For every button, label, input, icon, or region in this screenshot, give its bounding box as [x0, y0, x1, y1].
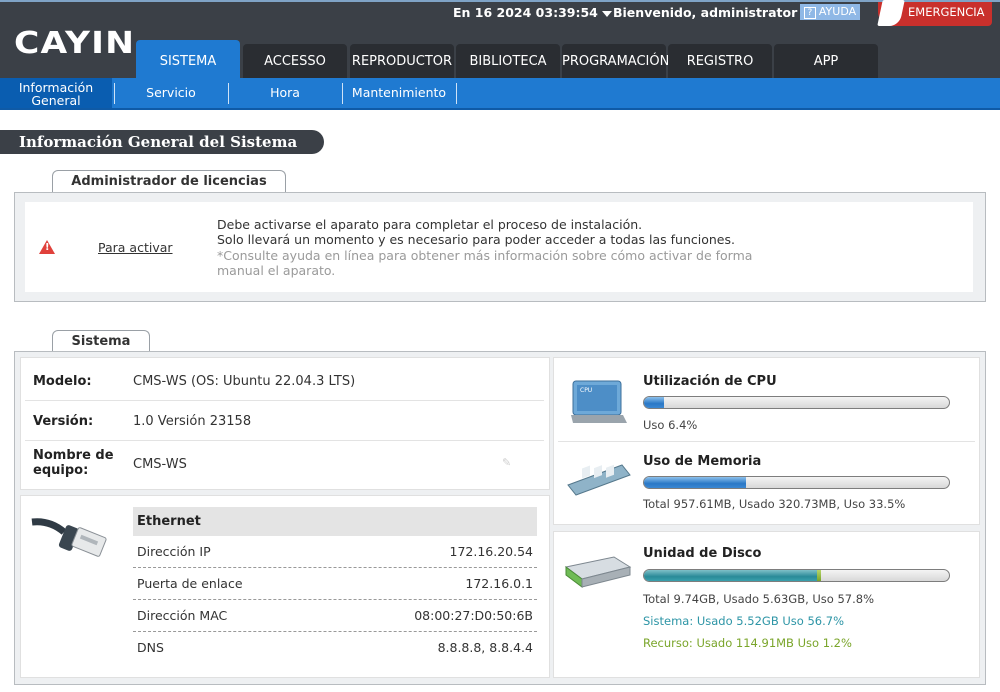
subnav-hora[interactable]: Hora: [229, 78, 341, 108]
memory-title: Uso de Memoria: [643, 454, 762, 469]
datetime-dropdown[interactable]: En 16 2024 03:39:54: [453, 5, 612, 20]
version-label: Versión:: [33, 414, 94, 429]
help-button[interactable]: ? AYUDA: [800, 4, 860, 20]
ethernet-row-mac: Dirección MAC 08:00:27:D0:50:6B: [133, 600, 537, 632]
disk-system-fill: [644, 570, 817, 581]
ip-label: Dirección IP: [137, 544, 211, 559]
tab-registro[interactable]: REGISTRO: [668, 44, 772, 80]
help-label: AYUDA: [818, 5, 857, 18]
memory-usage-fill: [644, 477, 747, 488]
hostname-value: CMS-WS: [133, 457, 187, 472]
subnav-mantenimiento[interactable]: Mantenimiento: [343, 78, 455, 108]
gateway-label: Puerta de enlace: [137, 576, 243, 591]
cpu-usage-fill: [644, 397, 664, 408]
hard-disk-icon: [564, 556, 632, 588]
license-line1: Debe activarse el aparato para completar…: [217, 217, 643, 232]
ethernet-row-ip: Dirección IP 172.16.20.54: [133, 536, 537, 568]
model-value: CMS-WS (OS: Ubuntu 22.04.3 LTS): [133, 374, 356, 389]
subnav-divider: [456, 83, 457, 104]
hostname-label-line1: Nombre de: [33, 448, 114, 463]
license-note: *Consulte ayuda en línea para obtener má…: [217, 248, 753, 278]
ethernet-title: Ethernet: [133, 507, 537, 536]
cayin-logo: CAYIN: [14, 26, 136, 61]
model-row: Modelo: CMS-WS (OS: Ubuntu 22.04.3 LTS): [25, 362, 544, 401]
disk-usage-bar: [643, 569, 950, 582]
cpu-icon: CPU: [571, 380, 627, 423]
datetime-text: En 16 2024 03:39:54: [453, 5, 598, 20]
edit-pencil-icon[interactable]: ✎: [502, 456, 514, 469]
cpu-usage-bar: [643, 396, 950, 409]
resources-divider: [558, 441, 975, 442]
hostname-row: Nombre de equipo: CMS-WS: [25, 442, 544, 487]
gateway-value: 172.16.0.1: [465, 576, 533, 591]
hostname-label-line2: equipo:: [33, 463, 89, 478]
version-value: 1.0 Versión 23158: [133, 414, 252, 429]
mac-value: 08:00:27:D0:50:6B: [414, 608, 533, 623]
subnav-informacion-general[interactable]: Información General: [0, 78, 112, 108]
emergency-label: EMERGENCIA: [908, 5, 985, 19]
top-header: CAYIN En 16 2024 03:39:54 Bienvenido, ad…: [0, 0, 1000, 80]
tab-reproductor[interactable]: REPRODUCTOR: [350, 44, 454, 80]
emergency-button[interactable]: EMERGENCIA: [877, 0, 992, 26]
hostname-label: Nombre de equipo:: [33, 448, 114, 478]
version-row: Versión: 1.0 Versión 23158: [25, 402, 544, 441]
activate-link[interactable]: Para activar: [98, 240, 173, 255]
dns-value: 8.8.8.8, 8.8.4.4: [437, 640, 533, 655]
ethernet-row-dns: DNS 8.8.8.8, 8.8.4.4: [133, 632, 537, 664]
system-section-tab: Sistema: [52, 330, 150, 353]
mac-label: Dirección MAC: [137, 608, 228, 623]
license-message: Debe activarse el aparato para completar…: [217, 217, 735, 247]
tab-programacion[interactable]: PROGRAMACIÓN: [562, 44, 669, 80]
ip-value: 172.16.20.54: [449, 544, 534, 559]
disk-resource-text: Recurso: Usado 114.91MB Uso 1.2%: [643, 636, 852, 650]
tab-biblioteca[interactable]: BIBLIOTECA: [456, 44, 560, 80]
tab-sistema[interactable]: SISTEMA: [136, 40, 240, 80]
ethernet-row-gateway: Puerta de enlace 172.16.0.1: [133, 568, 537, 600]
tab-app[interactable]: APP: [774, 44, 878, 80]
memory-icon: [567, 464, 631, 496]
cpu-usage-text: Uso 6.4%: [643, 418, 698, 432]
question-icon: ?: [803, 7, 816, 19]
license-section-tab: Administrador de licencias: [52, 170, 286, 193]
memory-usage-bar: [643, 476, 950, 489]
page-title: Información General del Sistema: [0, 130, 324, 154]
disk-usage-text: Total 9.74GB, Usado 5.63GB, Uso 57.8%: [643, 592, 875, 606]
dns-label: DNS: [137, 640, 164, 655]
welcome-text: Bienvenido, administrator: [613, 5, 798, 20]
chevron-down-icon: [601, 10, 612, 17]
user-menu-dropdown[interactable]: Bienvenido, administrator: [613, 5, 812, 20]
svg-text:CPU: CPU: [580, 387, 592, 394]
ethernet-cable-icon: [31, 518, 107, 557]
cpu-title: Utilización de CPU: [643, 374, 777, 389]
model-label: Modelo:: [33, 374, 92, 389]
tab-accesso[interactable]: ACCESSO: [243, 44, 347, 80]
license-line2: Solo llevará un momento y es necesario p…: [217, 232, 735, 247]
disk-title: Unidad de Disco: [643, 546, 762, 561]
memory-usage-text: Total 957.61MB, Usado 320.73MB, Uso 33.5…: [643, 497, 906, 511]
emergency-sign-icon: [877, 0, 905, 26]
sub-navigation: Información General Servicio Hora Manten…: [0, 78, 1000, 110]
disk-system-text: Sistema: Usado 5.52GB Uso 56.7%: [643, 614, 844, 628]
subnav-servicio[interactable]: Servicio: [115, 78, 227, 108]
subnav-active-line2: General: [31, 93, 81, 108]
warning-icon: !: [39, 240, 55, 254]
disk-resource-fill: [816, 570, 821, 581]
